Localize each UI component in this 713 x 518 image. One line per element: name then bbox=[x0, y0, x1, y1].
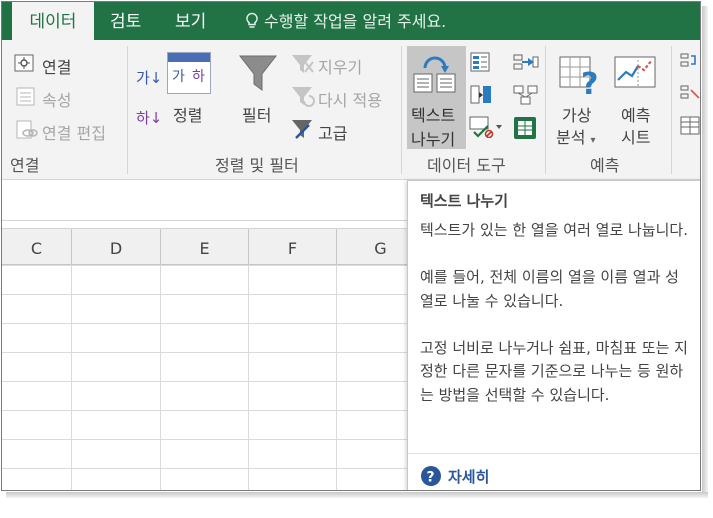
column-header-c[interactable]: C bbox=[2, 229, 72, 265]
reapply-icon bbox=[291, 85, 315, 111]
window-shadow bbox=[702, 6, 708, 496]
tell-me-more-text: 자세히 bbox=[448, 468, 490, 486]
sort-descending-button[interactable]: 하↓ bbox=[136, 107, 162, 128]
group-separator bbox=[127, 46, 128, 174]
column-header-e[interactable]: E bbox=[161, 229, 249, 265]
what-if-label-1[interactable]: 가상 bbox=[562, 102, 591, 126]
filter-button[interactable]: 필터 bbox=[242, 102, 271, 126]
tab-view[interactable]: 보기 bbox=[175, 2, 206, 40]
group-separator bbox=[545, 46, 546, 174]
reapply-button[interactable]: 다시 적용 bbox=[318, 87, 382, 111]
sort-icon-text-left: 가 bbox=[172, 69, 185, 85]
forecast-label-2[interactable]: 시트 bbox=[621, 124, 650, 148]
consolidate-icon[interactable] bbox=[513, 52, 539, 78]
advanced-filter-icon[interactable] bbox=[291, 118, 315, 144]
properties-icon bbox=[16, 87, 36, 111]
sort-dialog-icon[interactable]: 가 하 bbox=[167, 52, 211, 94]
column-header-f[interactable]: F bbox=[249, 229, 337, 265]
tell-me-more-link[interactable]: ? 자세히 bbox=[420, 465, 489, 487]
forecast-label-1[interactable]: 예측 bbox=[621, 102, 650, 126]
forecast-group-label: 예측 bbox=[590, 156, 620, 175]
ribbon-data: 연결 속성 연결 편집 연결 가↓ 하↓ 가 하 정렬 필터 지우기 다시 적용… bbox=[2, 40, 700, 180]
tell-me-text: 수행할 작업을 알려 주세요. bbox=[264, 12, 447, 31]
text-to-columns-icon bbox=[411, 54, 461, 98]
tooltip-body: 텍스트가 있는 한 열을 여러 열로 나눕니다. 예를 들어, 전체 이름의 열… bbox=[420, 219, 696, 431]
group-separator bbox=[401, 46, 402, 174]
tooltip-divider bbox=[408, 453, 700, 454]
properties-button[interactable]: 속성 bbox=[42, 87, 71, 111]
what-if-analysis-icon[interactable]: ? bbox=[559, 56, 603, 102]
text-to-columns-button[interactable]: 텍스트 나누기 bbox=[407, 46, 466, 149]
tooltip-paragraph: 예를 들어, 전체 이름의 열을 이름 열과 성 열로 나눌 수 있습니다. bbox=[420, 268, 679, 310]
group-separator bbox=[671, 46, 672, 174]
tooltip-paragraph: 텍스트가 있는 한 열을 여러 열로 나눕니다. bbox=[420, 221, 688, 239]
sort-button[interactable]: 정렬 bbox=[173, 102, 202, 126]
subtotal-icon[interactable] bbox=[679, 116, 700, 140]
forecast-sheet-icon[interactable] bbox=[614, 56, 658, 100]
tooltip-title: 텍스트 나누기 bbox=[420, 192, 509, 210]
help-icon: ? bbox=[421, 466, 441, 486]
what-if-text: 분석 bbox=[556, 128, 586, 147]
data-validation-icon[interactable] bbox=[469, 116, 503, 142]
excel-window: 데이터 검토 보기 수행할 작업을 알려 주세요. 연결 속성 연결 편집 연결… bbox=[1, 1, 701, 491]
column-header-d[interactable]: D bbox=[72, 229, 161, 265]
text-to-columns-tooltip: 텍스트 나누기 텍스트가 있는 한 열을 여러 열로 나눕니다. 예를 들어, … bbox=[407, 180, 700, 490]
tab-review[interactable]: 검토 bbox=[110, 2, 141, 40]
connections-icon[interactable] bbox=[14, 54, 36, 78]
chevron-down-icon: ▾ bbox=[590, 135, 596, 146]
tell-me-box[interactable]: 수행할 작업을 알려 주세요. bbox=[244, 2, 446, 40]
clear-filter-icon bbox=[291, 53, 315, 79]
grid-line bbox=[336, 265, 337, 490]
tab-data[interactable]: 데이터 bbox=[12, 2, 94, 40]
ribbon-tab-bar: 데이터 검토 보기 수행할 작업을 알려 주세요. bbox=[2, 2, 700, 40]
relationships-icon[interactable] bbox=[513, 84, 539, 110]
advanced-button[interactable]: 고급 bbox=[318, 120, 347, 144]
data-tools-group-label: 데이터 도구 bbox=[427, 156, 506, 175]
sort-icon-header bbox=[168, 53, 210, 62]
grid-line bbox=[71, 265, 72, 490]
sort-icon-text-right: 하 bbox=[192, 69, 205, 85]
connections-group-label: 연결 bbox=[10, 156, 40, 175]
svg-text:?: ? bbox=[427, 470, 435, 486]
grid-line bbox=[248, 265, 249, 490]
edit-links-button[interactable]: 연결 편집 bbox=[42, 120, 106, 144]
group-outline-icon[interactable] bbox=[679, 52, 700, 76]
edit-links-icon bbox=[16, 120, 38, 144]
clear-button[interactable]: 지우기 bbox=[318, 54, 362, 78]
ungroup-outline-icon[interactable] bbox=[679, 84, 700, 108]
sort-filter-group-label: 정렬 및 필터 bbox=[215, 156, 299, 175]
lightbulb-icon bbox=[246, 12, 258, 28]
filter-funnel-icon[interactable] bbox=[238, 54, 278, 98]
text-to-columns-label-2: 나누기 bbox=[411, 130, 456, 149]
window-shadow bbox=[6, 492, 708, 498]
connections-button[interactable]: 연결 bbox=[42, 54, 71, 78]
manage-data-model-icon[interactable] bbox=[513, 116, 539, 144]
flash-fill-icon[interactable] bbox=[470, 52, 492, 78]
sort-ascending-button[interactable]: 가↓ bbox=[136, 67, 162, 88]
tooltip-paragraph: 고정 너비로 나누거나 쉼표, 마침표 또는 지정한 다른 문자를 기준으로 나… bbox=[420, 338, 688, 404]
remove-duplicates-icon[interactable] bbox=[470, 84, 494, 110]
grid-line bbox=[160, 265, 161, 490]
text-to-columns-label-1: 텍스트 bbox=[411, 106, 456, 125]
what-if-label-2[interactable]: 분석 ▾ bbox=[556, 124, 596, 148]
svg-text:?: ? bbox=[581, 67, 598, 96]
